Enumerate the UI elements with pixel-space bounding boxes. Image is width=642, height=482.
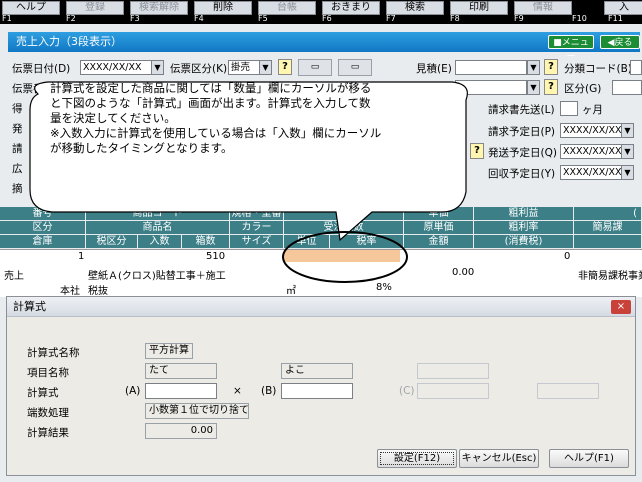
ok-button[interactable]: 設定(F12)	[377, 449, 457, 468]
a-label: (A)	[125, 385, 141, 397]
close-icon[interactable]: ×	[611, 300, 631, 314]
b-label: (B)	[261, 385, 277, 397]
item-a-name: たて	[145, 363, 217, 379]
item-name-label: 項目名称	[27, 367, 69, 379]
formula-dialog: 計算式 × 計算式名称 平方計算 項目名称 たて よこ 計算式 (A) × (B…	[6, 296, 636, 476]
a-input[interactable]	[145, 383, 217, 399]
result-value: 0.00	[145, 423, 217, 439]
dialog-title: 計算式	[7, 297, 635, 317]
formula-name-label: 計算式名称	[27, 347, 80, 359]
highlight-ellipse	[282, 231, 408, 283]
formula-name-value: 平方計算	[145, 343, 193, 359]
b-input[interactable]	[281, 383, 353, 399]
item-c-name	[417, 363, 489, 379]
times-sign: ×	[233, 385, 242, 397]
callout-line: 量を決定してください。	[50, 111, 176, 125]
rounding-label: 端数処理	[27, 407, 69, 419]
item-b-name: よこ	[281, 363, 353, 379]
callout-line: 計算式を設定した商品に関しては「数量」欄にカーソルが移る	[50, 81, 372, 95]
callout-line: が移動したタイミングとなります。	[50, 141, 233, 155]
callout-line: ※入数入力に計算式を使用している場合は「入数」欄にカーソル	[50, 126, 382, 140]
callout-text: 計算式を設定した商品に関しては「数量」欄にカーソルが移る と下図のような「計算式…	[50, 81, 450, 156]
callout-line: と下図のような「計算式」画面が出ます。計算式を入力して数	[50, 96, 371, 110]
d-input	[537, 383, 599, 399]
c-label: (C)	[399, 385, 415, 397]
result-label: 計算結果	[27, 427, 69, 439]
cancel-button[interactable]: キャンセル(Esc)	[459, 449, 539, 468]
formula-label: 計算式	[27, 387, 59, 399]
rounding-value: 小数第１位で切り捨て	[145, 403, 249, 419]
help-button[interactable]: ヘルプ(F1)	[549, 449, 629, 468]
c-input	[417, 383, 489, 399]
